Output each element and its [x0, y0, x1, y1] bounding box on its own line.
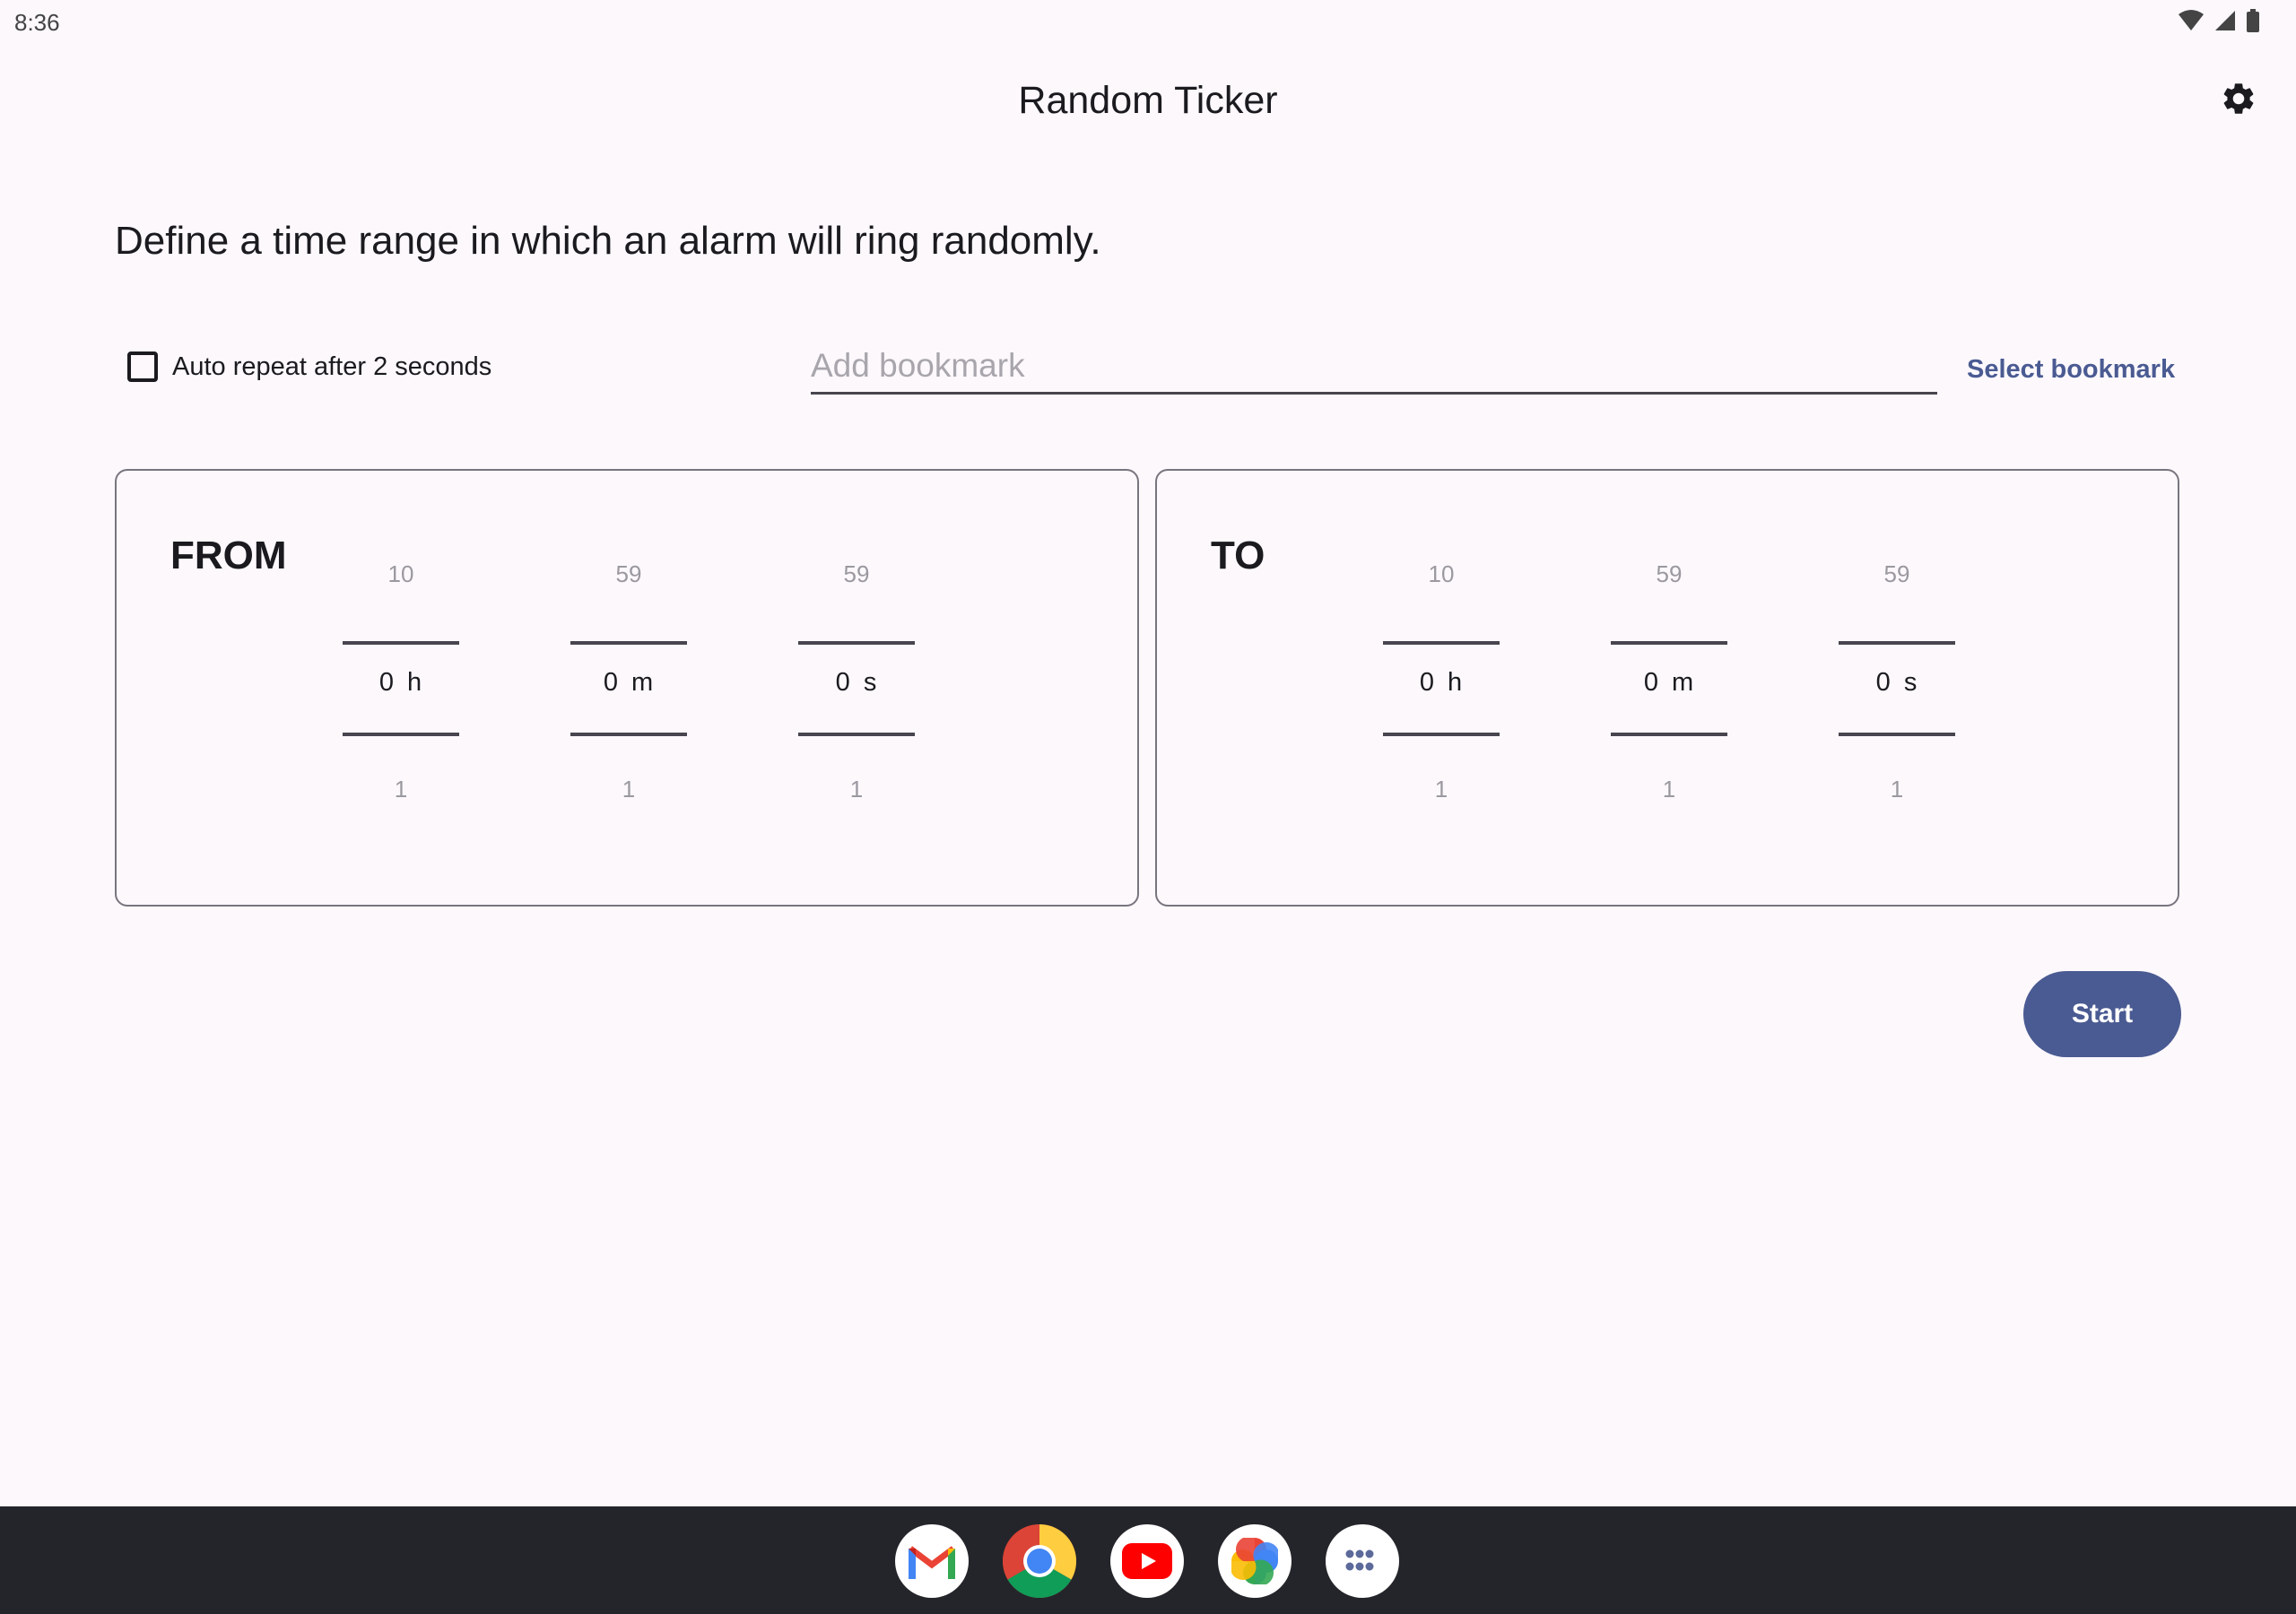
picker-next-value[interactable]: 1 [343, 776, 459, 803]
from-seconds-picker[interactable]: 59 0s 1 [798, 560, 915, 829]
gear-icon [2220, 80, 2257, 122]
picker-next-value[interactable]: 1 [1839, 776, 1955, 803]
bookmark-input[interactable] [811, 339, 1937, 395]
picker-divider [1383, 641, 1500, 645]
status-bar: 8:36 [0, 0, 2296, 45]
picker-prev-value[interactable]: 59 [798, 560, 915, 588]
picker-current-value[interactable]: 0h [1383, 668, 1500, 698]
youtube-icon[interactable] [1110, 1524, 1184, 1598]
auto-repeat-label: Auto repeat after 2 seconds [172, 351, 492, 381]
picker-divider [1839, 733, 1955, 736]
picker-divider [798, 641, 915, 645]
picker-current-value[interactable]: 0s [1839, 668, 1955, 698]
picker-next-value[interactable]: 1 [570, 776, 687, 803]
picker-current-value[interactable]: 0s [798, 668, 915, 698]
page-title: Random Ticker [1018, 79, 1278, 122]
picker-divider [343, 641, 459, 645]
status-icons [2178, 9, 2260, 37]
auto-repeat-row[interactable]: Auto repeat after 2 seconds [127, 351, 491, 382]
photos-icon[interactable] [1218, 1524, 1292, 1598]
from-label: FROM [170, 534, 287, 577]
to-label: TO [1211, 534, 1265, 577]
start-button[interactable]: Start [2023, 971, 2181, 1057]
picker-divider [798, 733, 915, 736]
picker-divider [1611, 641, 1727, 645]
from-minutes-picker[interactable]: 59 0m 1 [570, 560, 687, 829]
settings-button[interactable] [2217, 79, 2260, 122]
picker-current-value[interactable]: 0m [570, 668, 687, 698]
picker-prev-value[interactable]: 59 [1839, 560, 1955, 588]
app-drawer-icon[interactable] [1326, 1524, 1399, 1598]
picker-divider [570, 641, 687, 645]
to-hours-picker[interactable]: 10 0h 1 [1383, 560, 1500, 829]
picker-current-value[interactable]: 0m [1611, 668, 1727, 698]
battery-icon [2246, 9, 2260, 37]
signal-icon [2213, 9, 2237, 37]
picker-divider [343, 733, 459, 736]
to-seconds-picker[interactable]: 59 0s 1 [1839, 560, 1955, 829]
picker-prev-value[interactable]: 10 [1383, 560, 1500, 588]
chrome-icon[interactable] [1003, 1524, 1076, 1598]
picker-next-value[interactable]: 1 [1383, 776, 1500, 803]
picker-divider [1383, 733, 1500, 736]
from-card: FROM 10 0h 1 59 0m 1 59 0s 1 [115, 469, 1139, 907]
picker-prev-value[interactable]: 10 [343, 560, 459, 588]
picker-next-value[interactable]: 1 [798, 776, 915, 803]
app-dock [895, 1524, 1399, 1598]
picker-divider [1611, 733, 1727, 736]
gmail-icon[interactable] [895, 1524, 969, 1598]
picker-current-value[interactable]: 0h [343, 668, 459, 698]
picker-prev-value[interactable]: 59 [570, 560, 687, 588]
picker-prev-value[interactable]: 59 [1611, 560, 1727, 588]
auto-repeat-checkbox[interactable] [127, 351, 158, 382]
description-text: Define a time range in which an alarm wi… [115, 219, 1101, 263]
status-time: 8:36 [14, 9, 60, 36]
picker-next-value[interactable]: 1 [1611, 776, 1727, 803]
picker-divider [1839, 641, 1955, 645]
picker-divider [570, 733, 687, 736]
from-hours-picker[interactable]: 10 0h 1 [343, 560, 459, 829]
to-card: TO 10 0h 1 59 0m 1 59 0s 1 [1155, 469, 2179, 907]
to-minutes-picker[interactable]: 59 0m 1 [1611, 560, 1727, 829]
wifi-icon [2178, 9, 2205, 37]
select-bookmark-button[interactable]: Select bookmark [1967, 355, 2175, 385]
